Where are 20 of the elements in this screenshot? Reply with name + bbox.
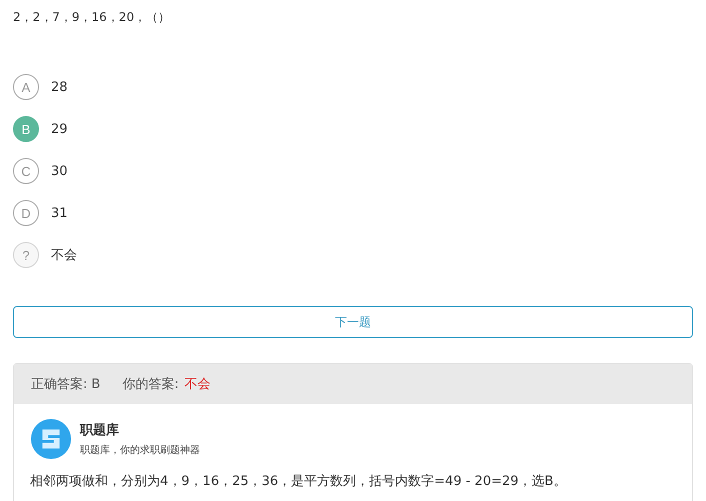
- option-text[interactable]: 28: [51, 80, 68, 94]
- option-marker[interactable]: D: [13, 200, 39, 226]
- option-marker[interactable]: A: [13, 74, 39, 100]
- source-tagline: 职题库，你的求职刷题神器: [80, 444, 200, 457]
- option-text[interactable]: 29: [51, 122, 68, 136]
- option-marker[interactable]: C: [13, 158, 39, 184]
- option-text[interactable]: 30: [51, 164, 68, 178]
- option-text[interactable]: 31: [51, 206, 68, 220]
- question-text: 2，2，7，9，16，20，（）: [13, 9, 172, 26]
- explanation-text: 相邻两项做和，分别为4，9，16，25，36，是平方数列，括号内数字=49 - 20=29，选B。: [30, 473, 568, 490]
- source-name: 职题库: [80, 422, 120, 439]
- your-answer-label: 你的答案:: [122, 376, 179, 393]
- option-text[interactable]: 不会: [51, 246, 77, 264]
- correct-answer: B: [91, 376, 100, 392]
- logo-icon: [30, 418, 72, 460]
- next-button[interactable]: 下一题: [13, 306, 693, 338]
- your-answer: 不会: [184, 376, 211, 393]
- option-marker[interactable]: B: [13, 116, 39, 142]
- correct-answer-label: 正确答案:: [31, 376, 88, 393]
- option-marker[interactable]: ?: [13, 242, 39, 268]
